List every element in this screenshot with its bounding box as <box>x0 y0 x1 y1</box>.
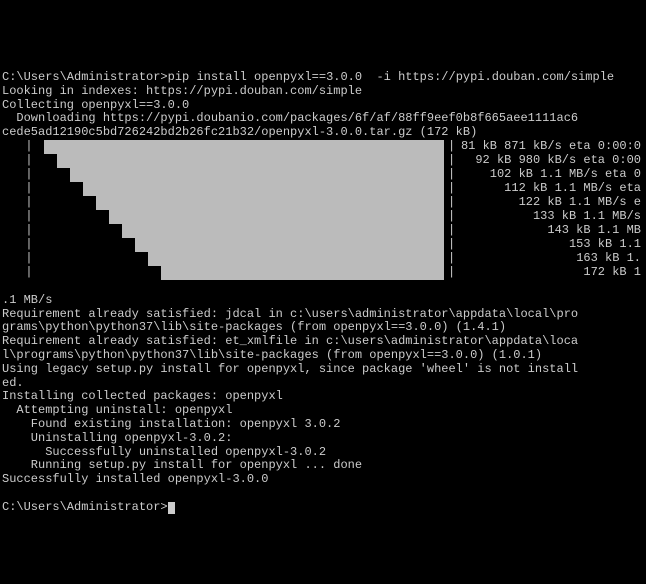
progress-edge-right: | <box>444 168 459 182</box>
progress-edge-left: | <box>14 252 44 266</box>
progress-edge-left: | <box>14 224 44 238</box>
output-line: Collecting openpyxl==3.0.0 <box>2 98 189 112</box>
progress-row: ||143 kB 1.1 MB <box>14 224 644 238</box>
progress-edge-right: | <box>444 252 459 266</box>
output-line: Successfully installed openpyxl-3.0.0 <box>2 472 268 486</box>
progress-bar <box>44 224 444 238</box>
progress-edge-left: | <box>14 154 44 168</box>
progress-bar <box>44 182 444 196</box>
progress-edge-right: | <box>444 266 459 280</box>
progress-text: 92 kB 980 kB/s eta 0:00 <box>459 154 644 168</box>
progress-row: ||81 kB 871 kB/s eta 0:00:0 <box>14 140 644 154</box>
progress-edge-right: | <box>444 238 459 252</box>
terminal-output[interactable]: C:\Users\Administrator>pip install openp… <box>2 57 644 514</box>
progress-text: 122 kB 1.1 MB/s e <box>459 196 644 210</box>
output-line: Installing collected packages: openpyxl <box>2 389 283 403</box>
progress-edge-left: | <box>14 266 44 280</box>
output-line: Looking in indexes: https://pypi.douban.… <box>2 84 362 98</box>
output-line: Downloading https://pypi.doubanio.com/pa… <box>2 111 578 125</box>
progress-row: ||163 kB 1. <box>14 252 644 266</box>
progress-bar <box>44 154 444 168</box>
progress-row: ||133 kB 1.1 MB/s <box>14 210 644 224</box>
progress-bar <box>44 196 444 210</box>
progress-edge-right: | <box>444 224 459 238</box>
progress-bar <box>44 140 444 154</box>
progress-edge-right: | <box>444 140 459 154</box>
progress-text: 163 kB 1. <box>459 252 644 266</box>
output-line: Found existing installation: openpyxl 3.… <box>2 417 340 431</box>
output-line: Running setup.py install for openpyxl ..… <box>2 458 362 472</box>
progress-edge-right: | <box>444 182 459 196</box>
progress-edge-left: | <box>14 238 44 252</box>
output-line: Attempting uninstall: openpyxl <box>2 403 232 417</box>
output-line: Requirement already satisfied: et_xmlfil… <box>2 334 578 348</box>
cursor <box>168 502 175 514</box>
progress-row: ||102 kB 1.1 MB/s eta 0 <box>14 168 644 182</box>
progress-row: ||153 kB 1.1 <box>14 238 644 252</box>
progress-bar <box>44 210 444 224</box>
progress-row: ||92 kB 980 kB/s eta 0:00 <box>14 154 644 168</box>
progress-edge-right: | <box>444 154 459 168</box>
progress-edge-left: | <box>14 140 44 154</box>
progress-text: 172 kB 1 <box>459 266 644 280</box>
progress-row: ||112 kB 1.1 MB/s eta <box>14 182 644 196</box>
progress-row: ||172 kB 1 <box>14 266 644 280</box>
progress-edge-left: | <box>14 168 44 182</box>
progress-bar <box>44 168 444 182</box>
progress-edge-left: | <box>14 210 44 224</box>
progress-edge-right: | <box>444 196 459 210</box>
progress-text: 102 kB 1.1 MB/s eta 0 <box>459 168 644 182</box>
progress-text: 133 kB 1.1 MB/s <box>459 210 644 224</box>
output-line: grams\python\python37\lib\site-packages … <box>2 320 506 334</box>
progress-text: 112 kB 1.1 MB/s eta <box>459 182 644 196</box>
progress-bar <box>44 252 444 266</box>
progress-edge-left: | <box>14 182 44 196</box>
progress-bar <box>44 266 444 280</box>
output-line: Uninstalling openpyxl-3.0.2: <box>2 431 232 445</box>
progress-edge-left: | <box>14 196 44 210</box>
prompt-path: C:\Users\Administrator> <box>2 500 168 514</box>
progress-bar <box>44 238 444 252</box>
output-line: .1 MB/s <box>2 293 52 307</box>
progress-edge-right: | <box>444 210 459 224</box>
output-line: ed. <box>2 376 24 390</box>
output-line: cede5ad12190c5bd726242bd2b26fc21b32/open… <box>2 125 477 139</box>
command-text: pip install openpyxl==3.0.0 -i https://p… <box>168 70 614 84</box>
output-line: Requirement already satisfied: jdcal in … <box>2 307 578 321</box>
prompt-path: C:\Users\Administrator> <box>2 70 168 84</box>
progress-area: ||81 kB 871 kB/s eta 0:00:0||92 kB 980 k… <box>2 140 644 280</box>
progress-text: 81 kB 871 kB/s eta 0:00:0 <box>459 140 644 154</box>
progress-row: ||122 kB 1.1 MB/s e <box>14 196 644 210</box>
output-line: l\programs\python\python37\lib\site-pack… <box>2 348 542 362</box>
output-line: Using legacy setup.py install for openpy… <box>2 362 578 376</box>
progress-text: 143 kB 1.1 MB <box>459 224 644 238</box>
output-line: Successfully uninstalled openpyxl-3.0.2 <box>2 445 326 459</box>
progress-text: 153 kB 1.1 <box>459 238 644 252</box>
